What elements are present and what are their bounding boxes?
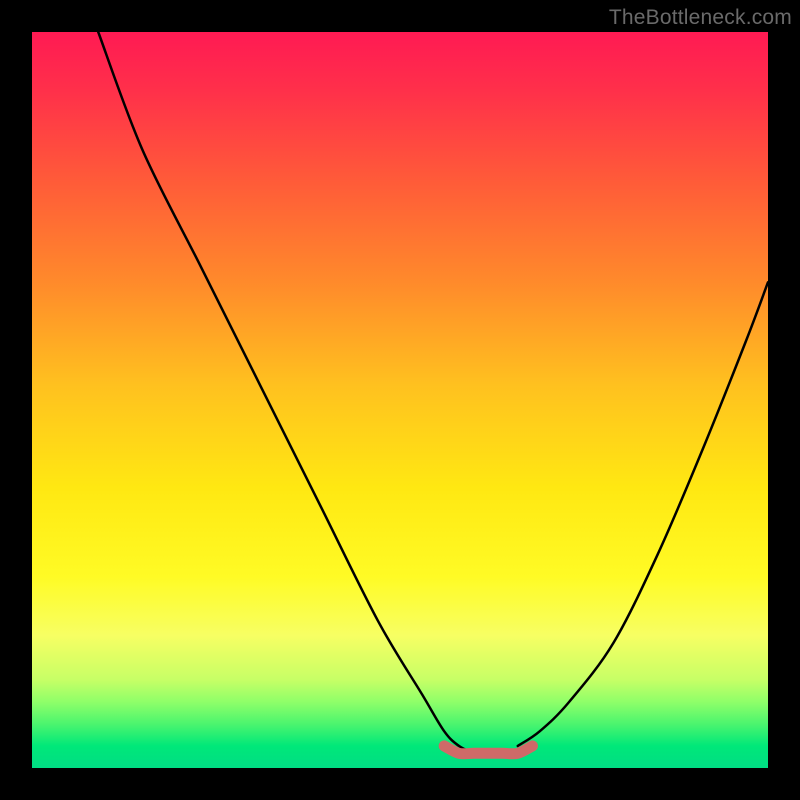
figure-frame: TheBottleneck.com (0, 0, 800, 800)
valley-thick (444, 746, 532, 754)
plot-area (32, 32, 768, 768)
watermark-text: TheBottleneck.com (609, 6, 792, 30)
left-curve (98, 32, 473, 753)
curves-svg (32, 32, 768, 768)
right-curve (518, 282, 768, 746)
